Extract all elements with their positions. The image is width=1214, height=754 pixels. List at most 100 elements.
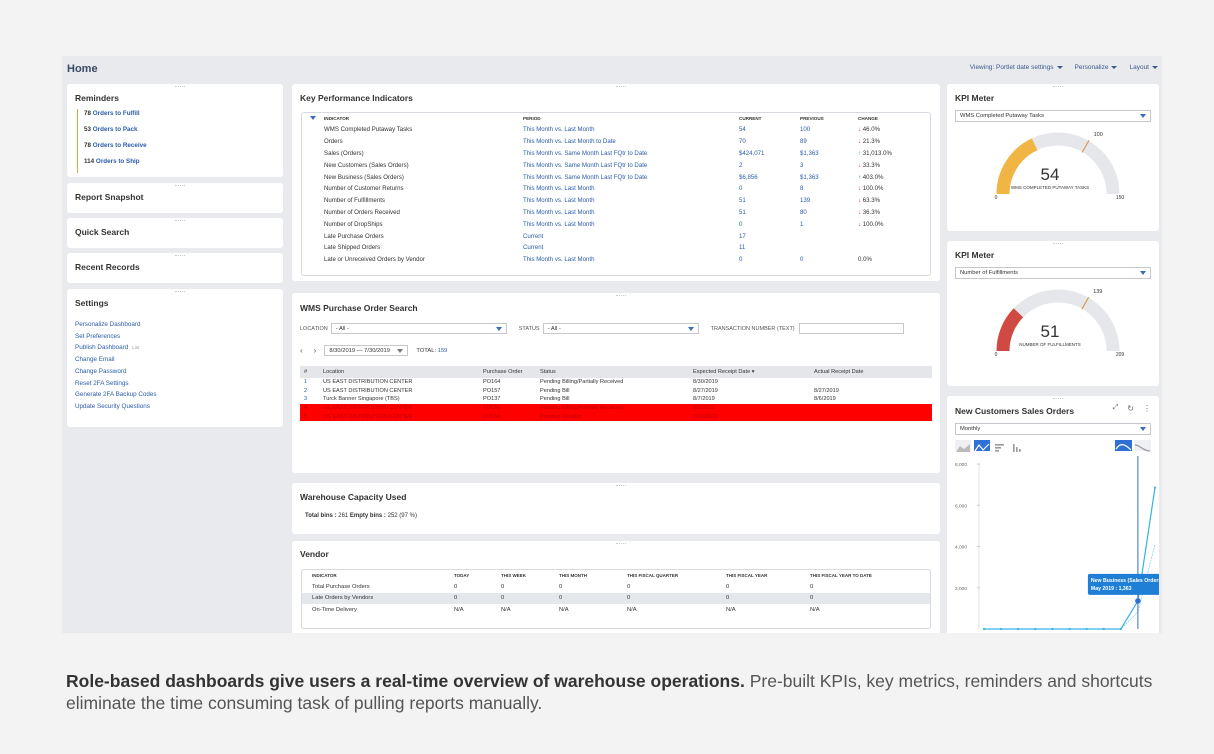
kpi-period[interactable]: This Month vs. Last Month xyxy=(523,183,739,195)
drag-handle[interactable] xyxy=(175,220,185,222)
status-select[interactable]: - All - xyxy=(542,323,699,334)
row-number[interactable]: 4 xyxy=(300,403,319,413)
area-chart-icon[interactable] xyxy=(955,440,971,452)
kpi-period[interactable]: This Month vs. Same Month Last FQtr to D… xyxy=(523,148,739,160)
kpi-previous[interactable]: 8 xyxy=(800,183,858,195)
kpi-period[interactable]: This Month vs. Last Month to Date xyxy=(523,136,739,148)
reminder-item[interactable]: 78 Orders to Fulfill xyxy=(77,109,147,125)
kpi-previous[interactable] xyxy=(800,230,858,242)
drag-handle[interactable] xyxy=(175,291,185,293)
bar-horizontal-icon[interactable] xyxy=(993,440,1007,452)
settings-link[interactable]: Generate 2FA Backup Codes xyxy=(75,389,157,401)
smooth-line-icon[interactable] xyxy=(1115,440,1132,451)
kpi-previous[interactable]: $1,363 xyxy=(800,171,858,183)
date-range-select[interactable]: 8/30/2019 — 7/30/2019 xyxy=(324,345,409,356)
kpi-previous[interactable]: 139 xyxy=(800,195,858,207)
settings-link[interactable]: Update Security Questions xyxy=(75,401,157,413)
layout-menu[interactable]: Layout xyxy=(1129,64,1158,71)
kpi-current[interactable]: 0 xyxy=(739,254,800,266)
drag-handle[interactable] xyxy=(1053,86,1063,88)
kpi-period[interactable]: Current xyxy=(523,242,739,254)
refresh-icon[interactable]: ↻ xyxy=(1127,404,1134,413)
kpi-current[interactable]: 2 xyxy=(739,159,800,171)
kpi-previous[interactable]: 89 xyxy=(800,136,858,148)
arrow-down-icon: ↓ xyxy=(858,126,862,134)
more-options-icon[interactable]: ⋮ xyxy=(1143,404,1151,413)
table-row[interactable]: 2 US EAST DISTRIBUTION CENTER PO157 Pending… xyxy=(300,387,932,396)
drag-handle[interactable] xyxy=(616,86,626,88)
period-select[interactable]: Monthly xyxy=(955,423,1151,435)
kpi-current[interactable]: 0 xyxy=(739,218,800,230)
settings-link[interactable]: Change Email xyxy=(75,354,157,366)
location-select[interactable]: - All - xyxy=(330,323,507,334)
total-value[interactable]: 159 xyxy=(438,348,448,354)
kpi-previous[interactable]: 100 xyxy=(800,124,858,136)
wms-col-expected[interactable]: Expected Receipt Date ▾ xyxy=(689,366,810,378)
drag-handle[interactable] xyxy=(616,295,626,297)
next-arrow-icon[interactable]: › xyxy=(314,346,317,355)
kpi-previous[interactable]: 1 xyxy=(800,218,858,230)
quick-search-portlet[interactable]: Quick Search xyxy=(67,218,283,248)
expand-icon[interactable]: ⤢ xyxy=(1113,404,1119,413)
kpi-period[interactable]: This Month vs. Last Month xyxy=(523,218,739,230)
kpi-current[interactable]: 11 xyxy=(739,242,800,254)
meter1-select[interactable]: WMS Completed Putaway Tasks xyxy=(955,110,1151,122)
drag-handle[interactable] xyxy=(1053,243,1063,245)
kpi-current[interactable]: $424,071 xyxy=(739,148,800,160)
drag-handle[interactable] xyxy=(616,543,626,545)
kpi-current[interactable]: 0 xyxy=(739,183,800,195)
tooltip-value: May 2019 : 1,363 xyxy=(1091,586,1132,592)
empty-bins-value: 252 (97 %) xyxy=(387,513,417,519)
kpi-current[interactable]: 51 xyxy=(739,207,800,219)
bar-vertical-icon[interactable] xyxy=(1010,440,1024,452)
viewing-menu[interactable]: Viewing: Portlet date settings xyxy=(970,64,1063,71)
kpi-period[interactable]: This Month vs. Last Month xyxy=(523,207,739,219)
reminder-item[interactable]: 114 Orders to Ship xyxy=(77,157,147,173)
kpi-current[interactable]: 51 xyxy=(739,195,800,207)
row-number[interactable]: 5 xyxy=(300,412,319,421)
settings-link[interactable]: Publish Dashboard List xyxy=(75,342,157,354)
kpi-current[interactable]: 17 xyxy=(739,230,800,242)
settings-link[interactable]: Reset 2FA Settings xyxy=(75,378,157,390)
kpi-period[interactable]: This Month vs. Last Month xyxy=(523,195,739,207)
kpi-current[interactable]: $6,856 xyxy=(739,171,800,183)
recent-records-portlet[interactable]: Recent Records xyxy=(67,253,283,283)
table-row[interactable]: 1 US EAST DISTRIBUTION CENTER PO164 Pending… xyxy=(300,378,932,387)
row-number[interactable]: 1 xyxy=(300,378,319,387)
drag-handle[interactable] xyxy=(175,185,185,187)
kpi-period[interactable]: Current xyxy=(523,230,739,242)
expand-icon[interactable] xyxy=(302,113,324,124)
prev-arrow-icon[interactable]: ‹ xyxy=(300,346,303,355)
table-row[interactable]: 3 Turck Banner Singapore (TBS) PO137 Pendin… xyxy=(300,395,932,404)
kpi-previous[interactable]: 3 xyxy=(800,159,858,171)
txn-input[interactable] xyxy=(798,323,904,334)
kpi-period[interactable]: This Month vs. Last Month xyxy=(523,124,739,136)
drag-handle[interactable] xyxy=(175,86,185,88)
table-row[interactable]: 4 US EAST DISTRIBUTION CENTER PO165 Pending… xyxy=(300,403,932,413)
personalize-menu[interactable]: Personalize xyxy=(1075,64,1118,71)
kpi-previous[interactable]: 80 xyxy=(800,207,858,219)
step-line-icon[interactable] xyxy=(1134,440,1151,452)
table-row[interactable]: 5 US EAST DISTRIBUTION CENTER PO154 Pending… xyxy=(300,412,932,421)
kpi-period[interactable]: This Month vs. Same Month Last FQtr to D… xyxy=(523,171,739,183)
drag-handle[interactable] xyxy=(1053,398,1063,400)
kpi-previous[interactable]: $1,363 xyxy=(800,148,858,160)
kpi-current[interactable]: 54 xyxy=(739,124,800,136)
meter2-select[interactable]: Number of Fulfillments xyxy=(955,267,1151,279)
row-number[interactable]: 2 xyxy=(300,387,319,396)
kpi-current[interactable]: 70 xyxy=(739,136,800,148)
kpi-period[interactable]: This Month vs. Last Month xyxy=(523,254,739,266)
settings-link[interactable]: Set Preferences xyxy=(75,331,157,343)
reminder-item[interactable]: 53 Orders to Pack xyxy=(77,125,147,141)
settings-link[interactable]: Change Password xyxy=(75,366,157,378)
kpi-previous[interactable] xyxy=(800,242,858,254)
settings-link[interactable]: Personalize Dashboard xyxy=(75,319,157,331)
report-snapshot-portlet[interactable]: Report Snapshot xyxy=(67,183,283,213)
reminder-item[interactable]: 78 Orders to Receive xyxy=(77,141,147,157)
drag-handle[interactable] xyxy=(175,255,185,257)
kpi-previous[interactable]: 0 xyxy=(800,254,858,266)
drag-handle[interactable] xyxy=(616,485,626,487)
line-chart-icon[interactable] xyxy=(974,440,990,452)
kpi-period[interactable]: This Month vs. Same Month Last FQtr to D… xyxy=(523,159,739,171)
row-number[interactable]: 3 xyxy=(300,395,319,404)
